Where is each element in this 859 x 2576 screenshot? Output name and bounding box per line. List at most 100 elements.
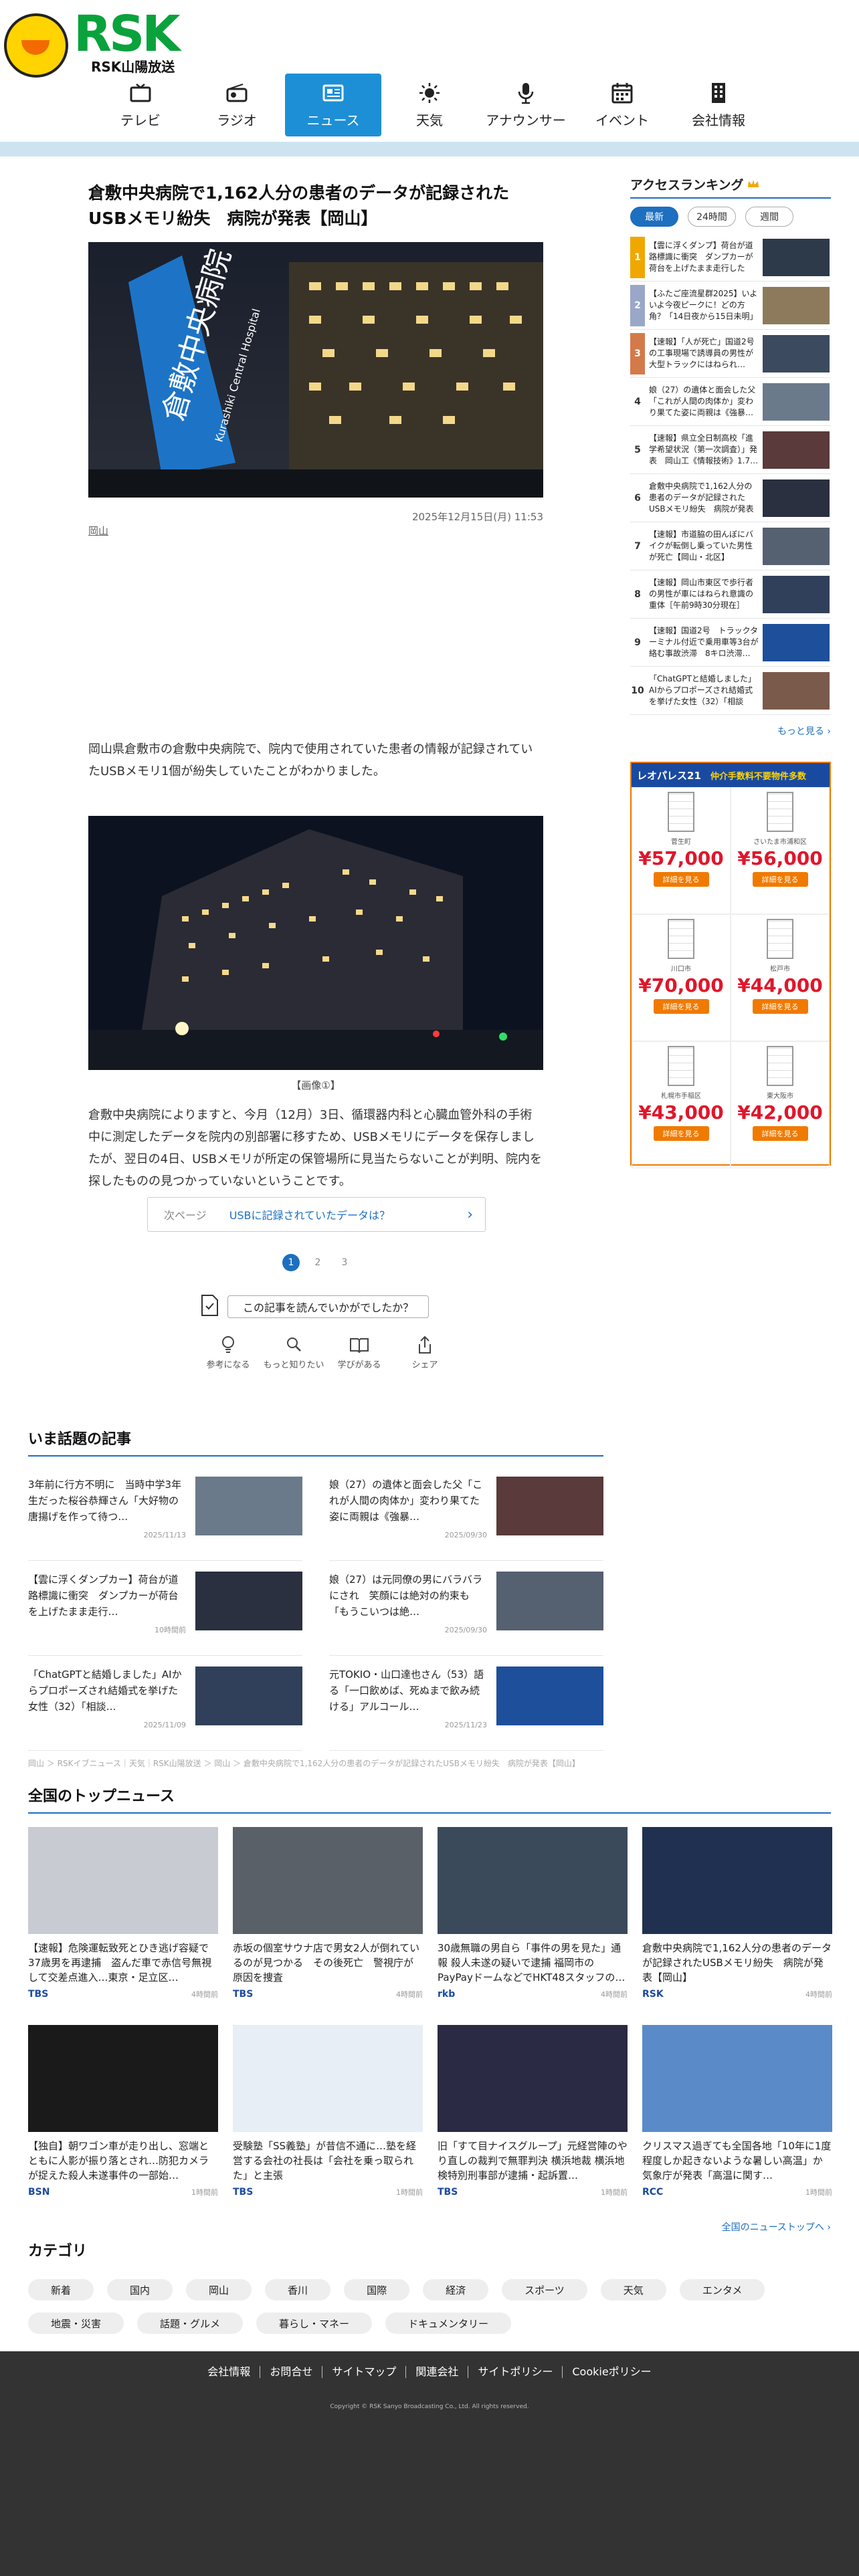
ad-detail-button[interactable]: 詳細を見る <box>653 1126 709 1141</box>
ranking-item[interactable]: 10 「ChatGPTと結婚しました」AIからプロポーズされ結婚式を挙げた女性（3… <box>630 667 831 715</box>
trending-item[interactable]: 【雲に浮くダンプカー】荷台が道路標識に衝突 ダンプカーが荷台を上げたまま走行… 1… <box>28 1561 302 1656</box>
top-news-item[interactable]: 受験塾「SS義塾」が昔信不通に…塾を経営する会社の社長は「会社を乗っ取られた」と… <box>233 2025 423 2223</box>
category-chip[interactable]: 国際 <box>344 2279 410 2300</box>
reaction-helpful-button[interactable]: 参考になる <box>195 1332 261 1370</box>
breadcrumb[interactable]: 岡山 ＞ RSKイブニュース｜天気｜RSK山陽放送 ＞ 岡山 ＞ 倉敷中央病院で… <box>28 1757 580 1769</box>
ad-detail-button[interactable]: 詳細を見る <box>653 999 709 1014</box>
category-chip[interactable]: 天気 <box>600 2279 666 2300</box>
ad-area: 松戸市 <box>770 966 790 973</box>
reaction-label: 参考になる <box>206 1360 250 1370</box>
top-news-item[interactable]: クリスマス過ぎても全国各地「10年に1度程度しか起きないような暑しい高温」か 気… <box>642 2025 832 2223</box>
tv-icon <box>127 82 154 104</box>
ad-listing[interactable]: 菅生町 ¥57,000 詳細を見る <box>632 787 731 914</box>
trending-text: 「ChatGPTと結婚しました」AIからプロポーズされ結婚式を挙げた女性（32）… <box>28 1667 195 1750</box>
ad-listing[interactable]: 東大阪市 ¥42,000 詳細を見る <box>731 1041 830 1168</box>
ranking-thumbnail <box>763 575 830 613</box>
category-chip[interactable]: 香川 <box>265 2279 331 2300</box>
nav-radio[interactable]: ラジオ <box>189 74 285 136</box>
top-news-time: 1時間前 <box>396 2188 423 2197</box>
nav-label: ラジオ <box>217 112 257 128</box>
ranking-item[interactable]: 1 【雲に浮くダンプ】荷台が道路標識に衝突 ダンプカーが荷台を上げたまま走行した … <box>630 233 831 282</box>
ranking-item-title: 【速報】国道2号 トラックターミナル付近で乗用車等3台が絡む事故渋滞 8キロ渋滞… <box>649 625 759 658</box>
category-chip[interactable]: ドキュメンタリー <box>385 2313 512 2334</box>
advertisement[interactable]: レオパレス21 仲介手数料不要物件多数 菅生町 ¥57,000 詳細を見る さいたま市浦… <box>630 762 831 1168</box>
ranking-item[interactable]: 5 【速報】県立全日制高校「進学希望状況（第一次調査）」発表 岡山工《情報技術》1… <box>630 426 831 474</box>
ad-listing[interactable]: 川口市 ¥70,000 詳細を見る <box>632 914 731 1041</box>
ad-grid: 菅生町 ¥57,000 詳細を見る さいたま市浦和区 ¥56,000 詳細を見る 川口市 ¥7… <box>632 787 830 1168</box>
ad-detail-button[interactable]: 詳細を見る <box>752 999 808 1014</box>
tab-latest[interactable]: 最新 <box>630 207 678 227</box>
top-news-more-link[interactable]: 全国のニューストップへ › <box>722 2220 831 2234</box>
tab-24h[interactable]: 24時間 <box>688 207 736 227</box>
trending-item[interactable]: 「ChatGPTと結婚しました」AIからプロポーズされ結婚式を挙げた女性（32）… <box>28 1656 302 1751</box>
news-source-logo: TBS <box>233 1989 254 2000</box>
ad-detail-button[interactable]: 詳細を見る <box>752 872 808 887</box>
footer-link[interactable]: 関連会社 <box>406 2366 469 2378</box>
page-3[interactable]: 3 <box>336 1254 353 1271</box>
footer-link[interactable]: Cookieポリシー <box>563 2366 660 2378</box>
top-news-item[interactable]: 赤坂の個室サウナ店で男女2人が倒れているのが見つかる その後死亡 警視庁が原因を… <box>233 1827 423 2025</box>
footer-link[interactable]: お問合せ <box>260 2366 323 2378</box>
ranking-item[interactable]: 6 倉敷中央病院で1,162人分の患者のデータが記録されたUSBメモリ紛失 病院が… <box>630 474 831 522</box>
reaction-more-button[interactable]: もっと知りたい <box>261 1332 326 1370</box>
photo-caption: 【画像①】 <box>291 1079 341 1091</box>
nav-company[interactable]: 会社情報 <box>670 74 767 136</box>
top-news-meta: TBS 4時間前 <box>28 1989 218 2000</box>
ad-listing[interactable]: 札幌市手稲区 ¥43,000 詳細を見る <box>632 1041 731 1168</box>
footer-link[interactable]: サイトマップ <box>322 2366 407 2378</box>
ad-listing[interactable]: さいたま市浦和区 ¥56,000 詳細を見る <box>731 787 830 914</box>
tab-weekly[interactable]: 週間 <box>745 207 793 227</box>
ranking-item[interactable]: 2 【ふたご座流星群2025】いよいよ今夜ピークに！どの方角？「14日夜から15日… <box>630 282 831 330</box>
category-chip[interactable]: 話題・グルメ <box>137 2313 244 2334</box>
ranking-item[interactable]: 7 【速報】市道脇の田んぼにバイクが転倒し乗っていた男性が死亡【岡山・北区】 <box>630 522 831 570</box>
top-news-more-label: 全国のニューストップへ <box>721 2222 824 2233</box>
category-chip[interactable]: 国内 <box>107 2279 173 2300</box>
ranking-item-title: 娘（27）の遺体と面会した父「これが人間の肉体か」変わり果てた姿に両親は《強暴… <box>649 385 756 417</box>
next-page-title: USBに記録されていたデータは？ <box>229 1209 391 1222</box>
category-chip[interactable]: 暮らし・マネー <box>256 2313 373 2334</box>
news-icon <box>320 82 347 104</box>
category-chip[interactable]: エンタメ <box>679 2279 765 2300</box>
ranking-more-link[interactable]: もっと見る › <box>630 724 831 738</box>
nav-event[interactable]: イベント <box>574 74 670 136</box>
ranking-item-title: 倉敷中央病院で1,162人分の患者のデータが記録されたUSBメモリ紛失 病院が発… <box>649 481 754 514</box>
top-news-meta: RSK 4時間前 <box>642 1989 832 2000</box>
trending-item[interactable]: 元TOKIO・山口達也さん（53）語る「一口飲めば、死ぬまで飲み続ける」アルコー… <box>329 1656 603 1751</box>
share-button[interactable]: シェア <box>392 1332 458 1370</box>
category-chip[interactable]: 地震・災害 <box>28 2313 124 2334</box>
trending-item[interactable]: 3年前に行方不明に 当時中学3年生だった桜谷恭輝さん「大好物の唐揚げを作って待つ… <box>28 1466 302 1561</box>
footer-link[interactable]: サイトポリシー <box>468 2366 563 2378</box>
category-chip[interactable]: スポーツ <box>502 2279 587 2300</box>
ranking-item[interactable]: 8 【速報】岡山市東区で歩行者の男性が車にはねられ意識の重体［午前9時30分現在］ <box>630 570 831 619</box>
sun-icon <box>416 82 443 104</box>
nav-weather[interactable]: 天気 <box>381 74 478 136</box>
site-logo[interactable]: RSK RSK山陽放送 <box>4 5 191 78</box>
top-news-item[interactable]: 【速報】危険運転致死とひき逃げ容疑で37歳男を再逮捕 盗んだ車で赤信号無視して交… <box>28 1827 218 2025</box>
trending-item[interactable]: 娘（27）の遺体と面会した父「これが人間の肉体か」変わり果てた姿に両親は《強暴…… <box>329 1466 603 1561</box>
next-page-link[interactable]: 次ページ USBに記録されていたデータは？ › <box>147 1197 486 1232</box>
ranking-item[interactable]: 3 【速報】「人が死亡」国道2号の工事現場で誘導員の男性が大型トラックにはねられ… <box>630 330 831 378</box>
ad-detail-button[interactable]: 詳細を見る <box>752 1126 808 1141</box>
category-chip[interactable]: 新着 <box>28 2279 94 2300</box>
ad-detail-button[interactable]: 詳細を見る <box>653 872 709 887</box>
nav-news[interactable]: ニュース <box>285 74 381 136</box>
page-2[interactable]: 2 <box>309 1254 326 1271</box>
reaction-learn-button[interactable]: 学びがある <box>326 1332 392 1370</box>
top-news-item[interactable]: 倉敷中央病院で1,162人分の患者のデータが記録されたUSBメモリ紛失 病院が発… <box>642 1827 832 2025</box>
ranking-item[interactable]: 9 【速報】国道2号 トラックターミナル付近で乗用車等3台が絡む事故渋滞 8キロ渋… <box>630 619 831 667</box>
footer-link[interactable]: 会社情報 <box>198 2366 261 2378</box>
ad-listing[interactable]: 松戸市 ¥44,000 詳細を見る <box>731 914 830 1041</box>
ranking-thumbnail <box>763 334 830 372</box>
top-news-item[interactable]: 旧「すて目ナイスグループ」元経営陣のやり直しの裁判で無罪判決 横浜地裁 横浜地検… <box>438 2025 628 2223</box>
top-news-item[interactable]: 30歳無職の男自ら「事件の男を見た」通報 殺人未遂の疑いで逮捕 福岡市のPayP… <box>438 1827 628 2025</box>
trending-item[interactable]: 娘（27）は元同僚の男にバラバラにされ 笑顔には絶対の約束も「もうこいつは絶… 2… <box>329 1561 603 1656</box>
nav-tv[interactable]: テレビ <box>92 74 189 136</box>
article-category-link[interactable]: 岡山 <box>88 525 108 537</box>
page-1[interactable]: 1 <box>282 1254 300 1271</box>
top-news-thumbnail <box>438 1827 628 1934</box>
nav-announcer[interactable]: アナウンサー <box>478 74 574 136</box>
category-chip[interactable]: 岡山 <box>186 2279 252 2300</box>
category-chip[interactable]: 経済 <box>423 2279 489 2300</box>
top-news-item[interactable]: 【独自】朝ワゴン車が走り出し、窓端とともに人影が振り落とされ…防犯カメラが捉えた… <box>28 2025 218 2223</box>
ranking-item[interactable]: 4 娘（27）の遺体と面会した父「これが人間の肉体か」変わり果てた姿に両親は《強暴… <box>630 378 831 426</box>
